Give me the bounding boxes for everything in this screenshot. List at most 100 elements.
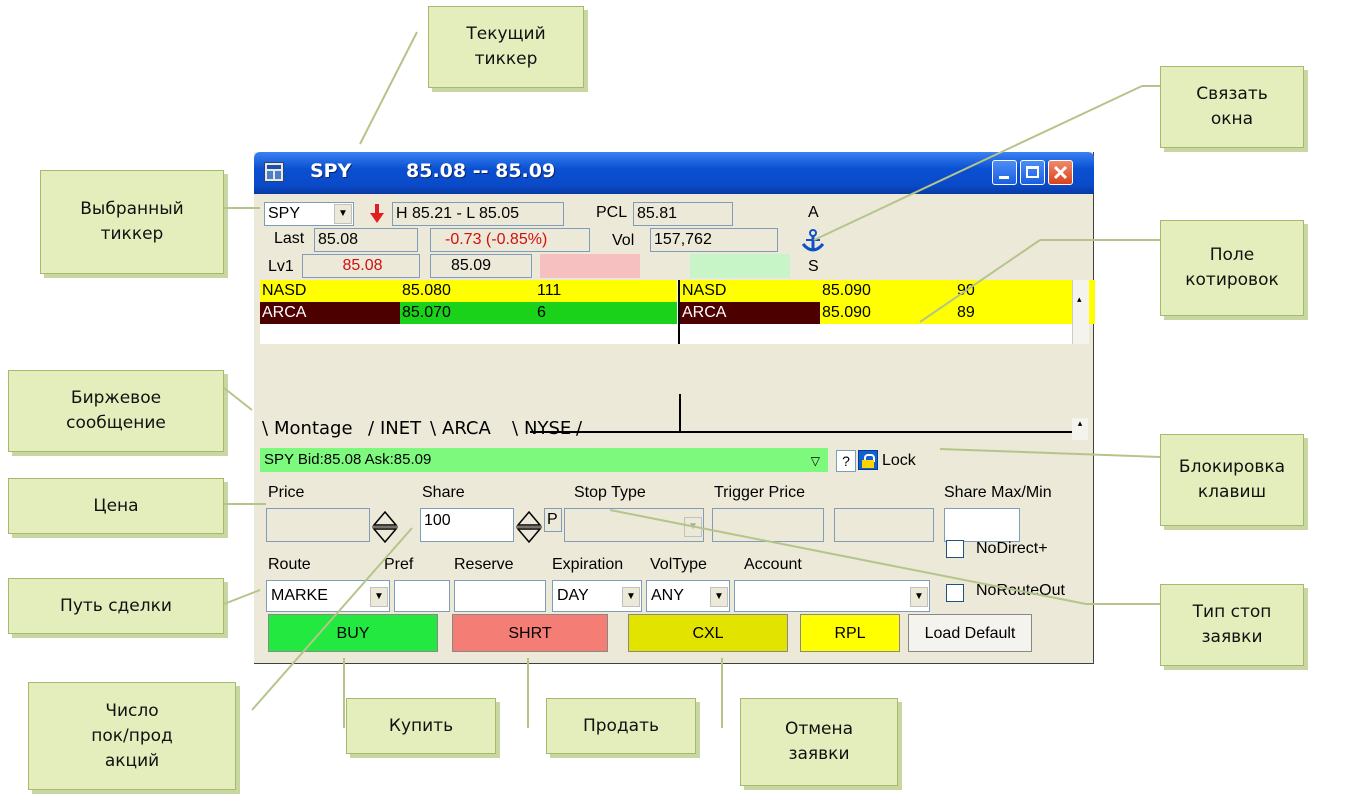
trigger-price-input-2[interactable] [834, 508, 934, 542]
level2-grid: NASD 85.080 111 ARCA 85.070 6 NASD 85.09… [260, 280, 1095, 344]
stop-type-chevron-icon[interactable]: ▼ [684, 517, 702, 537]
title-quote: 85.08 -- 85.09 [406, 160, 556, 182]
last-value: 85.08 [318, 231, 359, 248]
expiration-chevron-icon[interactable]: ▼ [622, 587, 640, 607]
pcl-label: PCL [596, 204, 628, 221]
norouteout-checkbox[interactable] [946, 584, 964, 602]
tab-arca-label: ARCA [442, 418, 491, 439]
reserve-label: Reserve [454, 556, 514, 573]
bid-row-1-mm[interactable]: NASD [260, 280, 400, 302]
anchor-icon[interactable] [800, 228, 826, 259]
voltype-chevron-icon[interactable]: ▼ [710, 587, 728, 607]
ask-row-2-mm[interactable]: ARCA [680, 302, 820, 324]
lock-label[interactable]: Lock [882, 452, 916, 470]
symbol-select[interactable]: SPY ▼ [264, 202, 354, 226]
reserve-input[interactable] [454, 580, 546, 612]
price-input[interactable] [266, 508, 370, 542]
window-body: SPY ▼ H 85.21 - L 85.05 PCL 85.81 A Last… [260, 194, 1095, 658]
callout-link-windows: Связать окна [1160, 66, 1304, 148]
norouteout-label: NoRouteOut [976, 582, 1065, 599]
share-value: 100 [424, 512, 451, 529]
route-select[interactable]: MARKE ▼ [266, 580, 390, 612]
nodirect-label: NoDirect+ [976, 540, 1048, 557]
pref-label: Pref [384, 556, 414, 573]
share-input[interactable]: 100 [420, 508, 514, 542]
bid-row-2-size[interactable]: 6 [535, 302, 677, 324]
stop-type-select[interactable]: ▼ [564, 508, 704, 542]
callout-route: Путь сделки [8, 578, 224, 634]
down-arrow-icon [370, 204, 384, 229]
tab-montage-label: Montage [274, 418, 353, 439]
tab-montage[interactable]: \ Montage [260, 416, 372, 442]
tab-nyse[interactable]: \ NYSE / [510, 416, 600, 442]
lv1-ask-field: 85.09 [430, 254, 532, 278]
bid-row-1-size[interactable]: 111 [535, 280, 677, 302]
rpl-button[interactable]: RPL [800, 614, 900, 652]
help-button[interactable]: ? [836, 450, 856, 472]
load-default-button[interactable]: Load Default [908, 614, 1032, 652]
p-button[interactable]: P [544, 508, 562, 532]
shrt-button[interactable]: SHRT [452, 614, 608, 652]
trigger-price-input[interactable] [712, 508, 824, 542]
message-dropdown-icon[interactable]: ▽ [811, 454, 820, 468]
tab-nyse-label: NYSE [524, 418, 572, 439]
lv1-label: Lv1 [268, 258, 294, 275]
change-field: -0.73 (-0.85%) [430, 228, 590, 252]
lv1-bid-value: 85.08 [342, 257, 383, 274]
bid-row-2-mm[interactable]: ARCA [260, 302, 400, 324]
tabs-scroll-arrow[interactable]: ▴ [1072, 418, 1088, 440]
pcl-field: 85.81 [633, 202, 733, 226]
expiration-select[interactable]: DAY ▼ [552, 580, 642, 612]
chevron-down-icon[interactable]: ▼ [334, 204, 352, 224]
lv1-ask-value: 85.09 [451, 257, 492, 274]
callout-price: Цена [8, 478, 224, 534]
account-label: Account [744, 556, 802, 573]
last-field: 85.08 [314, 228, 418, 252]
tab-arca[interactable]: \ ARCA [428, 416, 514, 442]
maximize-button[interactable] [1020, 160, 1045, 185]
lv1-bid-field: 85.08 [302, 254, 420, 278]
cxl-button[interactable]: CXL [628, 614, 788, 652]
s-label: S [808, 258, 819, 275]
bid-row-1-price[interactable]: 85.080 [400, 280, 535, 302]
bid-row-2-price[interactable]: 85.070 [400, 302, 535, 324]
level2-scrollbar[interactable]: ▴ [1072, 280, 1089, 344]
price-label: Price [268, 484, 305, 501]
ask-row-1-price[interactable]: 85.090 [820, 280, 955, 302]
share-maxmin-input[interactable] [944, 508, 1020, 542]
bid-color-box [540, 254, 640, 278]
leader-exchange-message [223, 387, 253, 411]
exchange-message-text: SPY Bid:85.08 Ask:85.09 [264, 451, 432, 468]
title-bar[interactable]: SPY 85.08 -- 85.09 [254, 152, 1094, 194]
leader-current-ticker [359, 31, 418, 145]
close-button[interactable] [1048, 160, 1073, 185]
callout-shares-count: Число пок/прод акций [28, 682, 236, 790]
buy-button[interactable]: BUY [268, 614, 438, 652]
callout-sell: Продать [546, 698, 696, 754]
voltype-select[interactable]: ANY ▼ [646, 580, 730, 612]
lock-icon[interactable] [858, 450, 878, 470]
pref-input[interactable] [394, 580, 450, 612]
tab-inet-label: INET [380, 418, 422, 439]
callout-stop-type: Тип стоп заявки [1160, 584, 1304, 666]
route-chevron-icon[interactable]: ▼ [370, 587, 388, 607]
nodirect-checkbox[interactable] [946, 540, 964, 558]
vol-label: Vol [612, 232, 635, 249]
pcl-value: 85.81 [637, 205, 678, 222]
share-spinner[interactable] [516, 510, 542, 544]
ask-row-1-mm[interactable]: NASD [680, 280, 820, 302]
voltype-label: VolType [650, 556, 707, 573]
callout-selected-ticker: Выбранный тиккер [40, 170, 224, 274]
route-label: Route [268, 556, 311, 573]
ask-color-box [690, 254, 790, 278]
symbol-select-value: SPY [268, 205, 301, 222]
high-low-field: H 85.21 - L 85.05 [392, 202, 564, 226]
ask-row-2-price[interactable]: 85.090 [820, 302, 955, 324]
account-chevron-icon[interactable]: ▼ [910, 587, 928, 607]
minimize-button[interactable] [992, 160, 1017, 185]
callout-exchange-message: Биржевое сообщение [8, 370, 224, 452]
account-select[interactable]: ▼ [734, 580, 930, 612]
a-label: A [808, 204, 819, 221]
price-spinner[interactable] [372, 510, 398, 544]
exchange-message-bar[interactable]: SPY Bid:85.08 Ask:85.09 ▽ [260, 448, 828, 472]
